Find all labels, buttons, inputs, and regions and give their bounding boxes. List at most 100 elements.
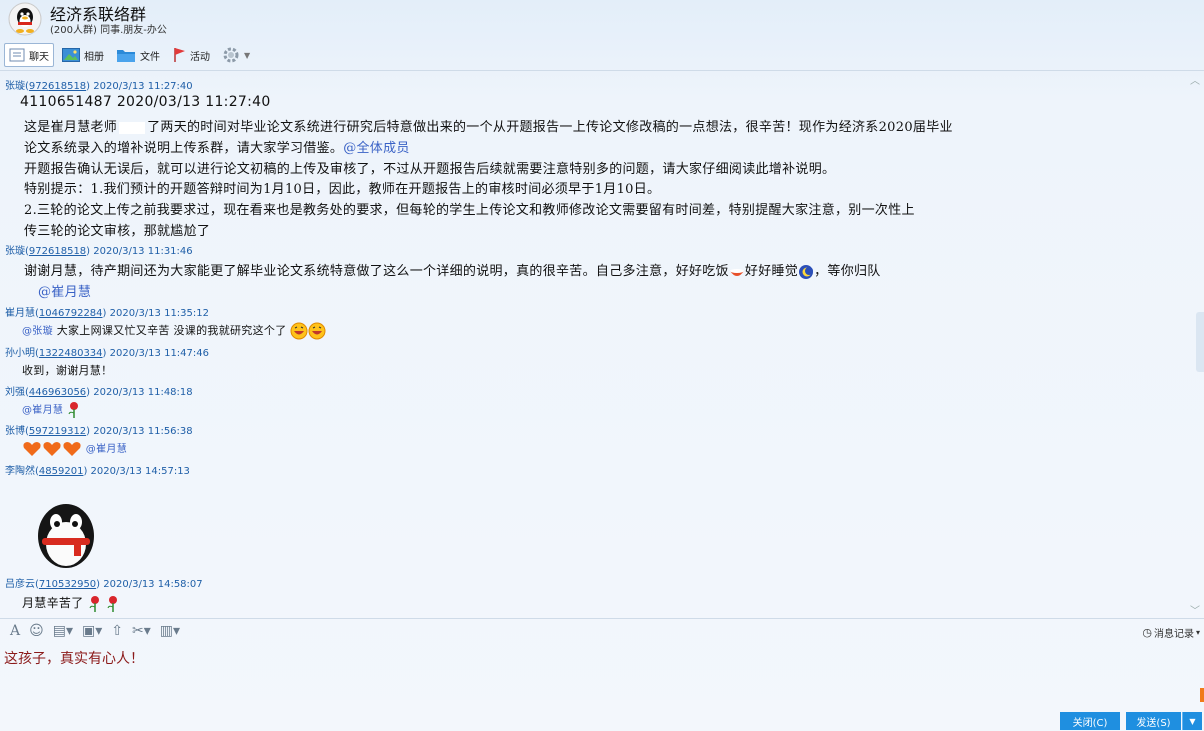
message-time: 2020/3/13 14:58:07 <box>103 579 203 590</box>
laughing-emoji-icon <box>308 322 326 340</box>
sleeping-moon-emoji-icon <box>799 264 814 279</box>
message-line-part: ，等你归队 <box>814 264 881 279</box>
gif-icon[interactable]: ▤▾ <box>53 623 73 639</box>
rose-emoji-icon <box>89 595 99 612</box>
message-time: 2020/3/13 11:47:46 <box>109 348 209 359</box>
message-line-part: 这是崔月慧老师 <box>24 120 118 135</box>
tab-files[interactable]: 文件 <box>112 43 164 67</box>
sender-qq[interactable]: 972618518 <box>29 246 86 257</box>
message-line: 谢谢月慧，待产期间还为大家能更了解毕业论文系统特意做了这么一个详细的说明，真的很… <box>24 260 881 280</box>
message-time: 2020/3/13 11:56:38 <box>93 426 193 437</box>
side-panel-toggle[interactable] <box>1196 312 1204 372</box>
message-meta: 张璇(972618518) 2020/3/13 11:27:40 <box>5 81 193 92</box>
sender-qq[interactable]: 597219312 <box>29 426 86 437</box>
input-toolbar: A ☺ ▤▾ ▣▾ ⇧ ✂▾ ▥▾ ◷ 消息记录 ▾ <box>0 618 1204 644</box>
sender-qq[interactable]: 4859201 <box>39 466 84 477</box>
message-line: 月慧辛苦了 <box>22 594 120 613</box>
message-line: 特别提示：1.我们预计的开题答辩时间为1月10日，因此，教师在开题报告上的审核时… <box>24 182 661 197</box>
message-time: 2020/3/13 11:27:40 <box>93 81 193 92</box>
emoji-icon[interactable]: ☺ <box>29 623 44 639</box>
scroll-down-icon[interactable]: ﹀ <box>1190 602 1200 617</box>
chat-icon <box>9 48 25 62</box>
sender-qq[interactable]: 710532950 <box>39 579 96 590</box>
more-icon[interactable]: ▥▾ <box>160 623 180 639</box>
message-meta: 孙小明(1322480334) 2020/3/13 11:47:46 <box>5 348 209 359</box>
message-meta: 崔月慧(1046792284) 2020/3/13 11:35:12 <box>5 308 209 319</box>
gear-icon <box>223 47 239 63</box>
scroll-up-icon[interactable]: ︿ <box>1190 72 1200 87</box>
message-line: @崔月慧 <box>22 401 81 419</box>
tab-chat-label: 聊天 <box>29 51 49 63</box>
album-icon <box>62 48 80 62</box>
toolbar-divider <box>0 70 1204 71</box>
penguin-sticker-icon[interactable] <box>34 500 98 570</box>
group-toolbar: 聊天 相册 文件 活动 ▼ <box>4 42 258 68</box>
sender-name[interactable]: 张璇 <box>5 81 25 92</box>
heart-emoji-icon <box>23 442 41 456</box>
sender-name[interactable]: 崔月慧 <box>5 308 35 319</box>
sender-name[interactable]: 刘强 <box>5 387 25 398</box>
tab-activity[interactable]: 活动 <box>168 43 214 67</box>
send-button[interactable]: 发送(S) <box>1126 712 1181 730</box>
message-text: 月慧辛苦了 <box>22 596 84 610</box>
message-line-part: 谢谢月慧，待产期间还为大家能更了解毕业论文系统特意做了这么一个详细的说明，真的很… <box>24 264 729 279</box>
message-meta: 张璇(972618518) 2020/3/13 11:31:46 <box>5 246 193 257</box>
message-line: 2.三轮的论文上传之前我要求过，现在看来也是教务处的要求，但每轮的学生上传论文和… <box>24 203 915 218</box>
tab-album[interactable]: 相册 <box>58 43 108 67</box>
message-input[interactable]: 这孩子，真实有心人！ <box>4 648 144 668</box>
screenshot-icon[interactable]: ✂▾ <box>132 623 151 639</box>
hidden-text-blur <box>119 121 146 134</box>
clock-icon: ◷ <box>1142 626 1152 639</box>
settings-menu[interactable]: ▼ <box>218 43 254 67</box>
mention-user[interactable]: @崔月慧 <box>22 405 63 416</box>
group-subtitle: (200人群) 同事.朋友-办公 <box>50 25 167 36</box>
message-history-button[interactable]: ◷ 消息记录 ▾ <box>1142 625 1200 640</box>
tab-album-label: 相册 <box>84 51 104 63</box>
send-options-button[interactable]: ▼ <box>1182 712 1202 730</box>
message-time: 2020/3/13 11:48:18 <box>93 387 193 398</box>
message-text: 收到，谢谢月慧！ <box>22 364 113 377</box>
group-avatar-icon[interactable] <box>8 2 42 36</box>
sender-name[interactable]: 张璇 <box>5 246 25 257</box>
sender-qq[interactable]: 972618518 <box>29 81 86 92</box>
tab-files-label: 文件 <box>140 51 160 63</box>
message-line: 传三轮的论文审核，那就尴尬了 <box>24 224 211 239</box>
chevron-down-icon: ▾ <box>1195 628 1200 637</box>
message-line: 这是崔月慧老师 了两天的时间对毕业论文系统进行研究后特意做出来的一个从开题报告一上… <box>24 116 953 135</box>
message-line-part: 了两天的时间对毕业论文系统进行研究后特意做出来的一个从开题报告一上传论文修改稿的… <box>147 120 953 135</box>
folder-icon <box>117 50 135 62</box>
sender-name[interactable]: 孙小明 <box>5 348 35 359</box>
message-line-part: 好好睡觉 <box>744 264 799 279</box>
chevron-down-icon: ▼ <box>1189 716 1196 726</box>
heart-emoji-icon <box>63 442 81 456</box>
rice-bowl-emoji-icon <box>729 268 744 276</box>
sender-name[interactable]: 吕彦云 <box>5 579 35 590</box>
message-list[interactable]: 张璇(972618518) 2020/3/13 11:27:40 4110651… <box>0 72 1196 617</box>
sender-name[interactable]: 张博 <box>5 426 25 437</box>
image-icon[interactable]: ▣▾ <box>82 623 102 639</box>
sender-name[interactable]: 李陶然 <box>5 466 35 477</box>
message-meta: 吕彦云(710532950) 2020/3/13 14:58:07 <box>5 579 203 590</box>
upload-icon[interactable]: ⇧ <box>111 623 123 639</box>
flag-icon <box>174 48 185 62</box>
message-time: 2020/3/13 14:57:13 <box>90 466 190 477</box>
sender-qq[interactable]: 1322480334 <box>39 348 103 359</box>
mention-user[interactable]: @崔月慧 <box>86 444 127 455</box>
message-line: @张璇 大家上网课又忙又辛苦 没课的我就研究这个了 <box>22 322 326 340</box>
close-button[interactable]: 关闭(C) <box>1060 712 1120 730</box>
tab-chat[interactable]: 聊天 <box>4 43 54 67</box>
mention-all[interactable]: @全体成员 <box>343 141 410 156</box>
message-text: 大家上网课又忙又辛苦 没课的我就研究这个了 <box>56 324 287 337</box>
message-meta: 李陶然(4859201) 2020/3/13 14:57:13 <box>5 466 190 477</box>
sender-qq[interactable]: 446963056 <box>29 387 86 398</box>
mention-user[interactable]: @张璇 <box>22 326 53 337</box>
font-icon[interactable]: A <box>10 623 20 639</box>
message-meta: 刘强(446963056) 2020/3/13 11:48:18 <box>5 387 193 398</box>
chat-header: 经济系联络群 (200人群) 同事.朋友-办公 <box>0 0 1204 40</box>
mention-user[interactable]: @崔月慧 <box>38 281 91 300</box>
message-line: 论文系统录入的增补说明上传系群，请大家学习借鉴。@全体成员 <box>24 137 410 156</box>
sender-qq[interactable]: 1046792284 <box>39 308 103 319</box>
resize-handle[interactable] <box>1200 688 1204 702</box>
laughing-emoji-icon <box>290 322 308 340</box>
heart-emoji-icon <box>43 442 61 456</box>
